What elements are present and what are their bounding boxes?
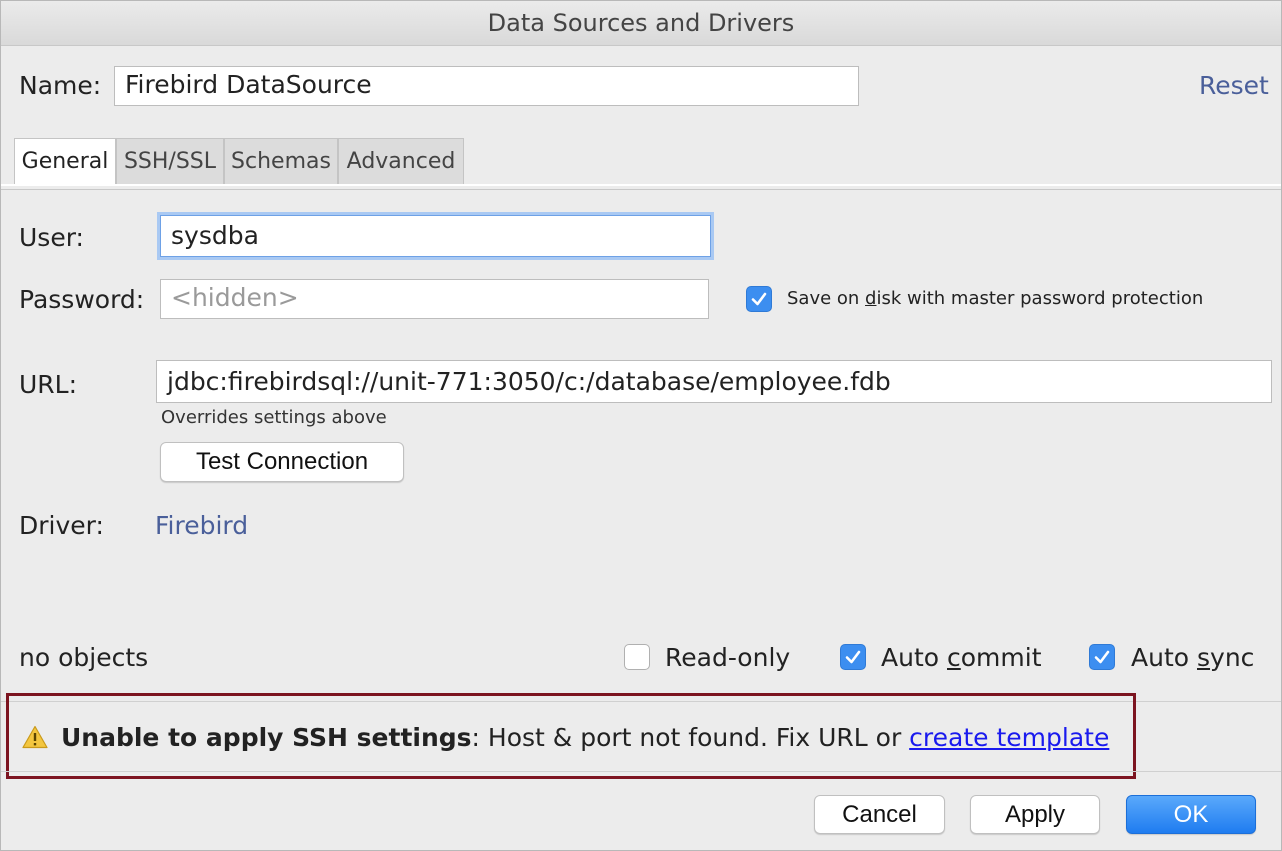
- tab-ssh-ssl[interactable]: SSH/SSL: [116, 138, 224, 184]
- save-on-disk-checkbox[interactable]: [746, 286, 772, 312]
- save-on-disk-label[interactable]: Save on disk with master password protec…: [787, 288, 1203, 309]
- tab-advanced[interactable]: Advanced: [338, 138, 464, 184]
- test-connection-button[interactable]: Test Connection: [160, 442, 404, 482]
- tab-schemas[interactable]: Schemas: [224, 138, 338, 184]
- user-label: User:: [19, 223, 84, 252]
- apply-button[interactable]: Apply: [970, 795, 1100, 834]
- create-template-link[interactable]: create template: [909, 723, 1109, 752]
- url-hint: Overrides settings above: [161, 407, 387, 428]
- read-only-label[interactable]: Read-only: [665, 643, 790, 672]
- auto-sync-checkbox[interactable]: [1089, 644, 1115, 670]
- ok-button[interactable]: OK: [1126, 795, 1256, 834]
- data-sources-dialog: Data Sources and Drivers Name: Firebird …: [0, 0, 1282, 851]
- auto-commit-label[interactable]: Auto commit: [881, 643, 1042, 672]
- window-title: Data Sources and Drivers: [1, 1, 1281, 46]
- read-only-checkbox[interactable]: [624, 644, 650, 670]
- checkmark-icon: [751, 292, 767, 306]
- objects-status: no objects: [19, 643, 149, 672]
- checkmark-icon: [1094, 650, 1110, 664]
- password-label: Password:: [19, 285, 145, 314]
- tab-divider: [1, 184, 1281, 190]
- cancel-button[interactable]: Cancel: [814, 795, 945, 834]
- auto-sync-label[interactable]: Auto sync: [1131, 643, 1254, 672]
- divider: [1, 771, 1281, 772]
- url-label: URL:: [19, 370, 78, 399]
- driver-label: Driver:: [19, 511, 104, 540]
- warning-title: Unable to apply SSH settings: [61, 723, 472, 752]
- name-input[interactable]: Firebird DataSource: [114, 66, 859, 106]
- url-input[interactable]: jdbc:firebirdsql://unit-771:3050/c:/data…: [156, 360, 1272, 403]
- auto-commit-checkbox[interactable]: [840, 644, 866, 670]
- checkmark-icon: [845, 650, 861, 664]
- name-label: Name:: [19, 71, 102, 100]
- password-input[interactable]: <hidden>: [160, 279, 709, 319]
- user-input[interactable]: sysdba: [160, 215, 711, 257]
- tab-general[interactable]: General: [14, 138, 116, 186]
- ssh-warning-message: Unable to apply SSH settings: Host & por…: [61, 723, 1110, 752]
- driver-link[interactable]: Firebird: [155, 511, 248, 540]
- reset-link[interactable]: Reset: [1199, 71, 1269, 100]
- warning-icon: [22, 725, 48, 749]
